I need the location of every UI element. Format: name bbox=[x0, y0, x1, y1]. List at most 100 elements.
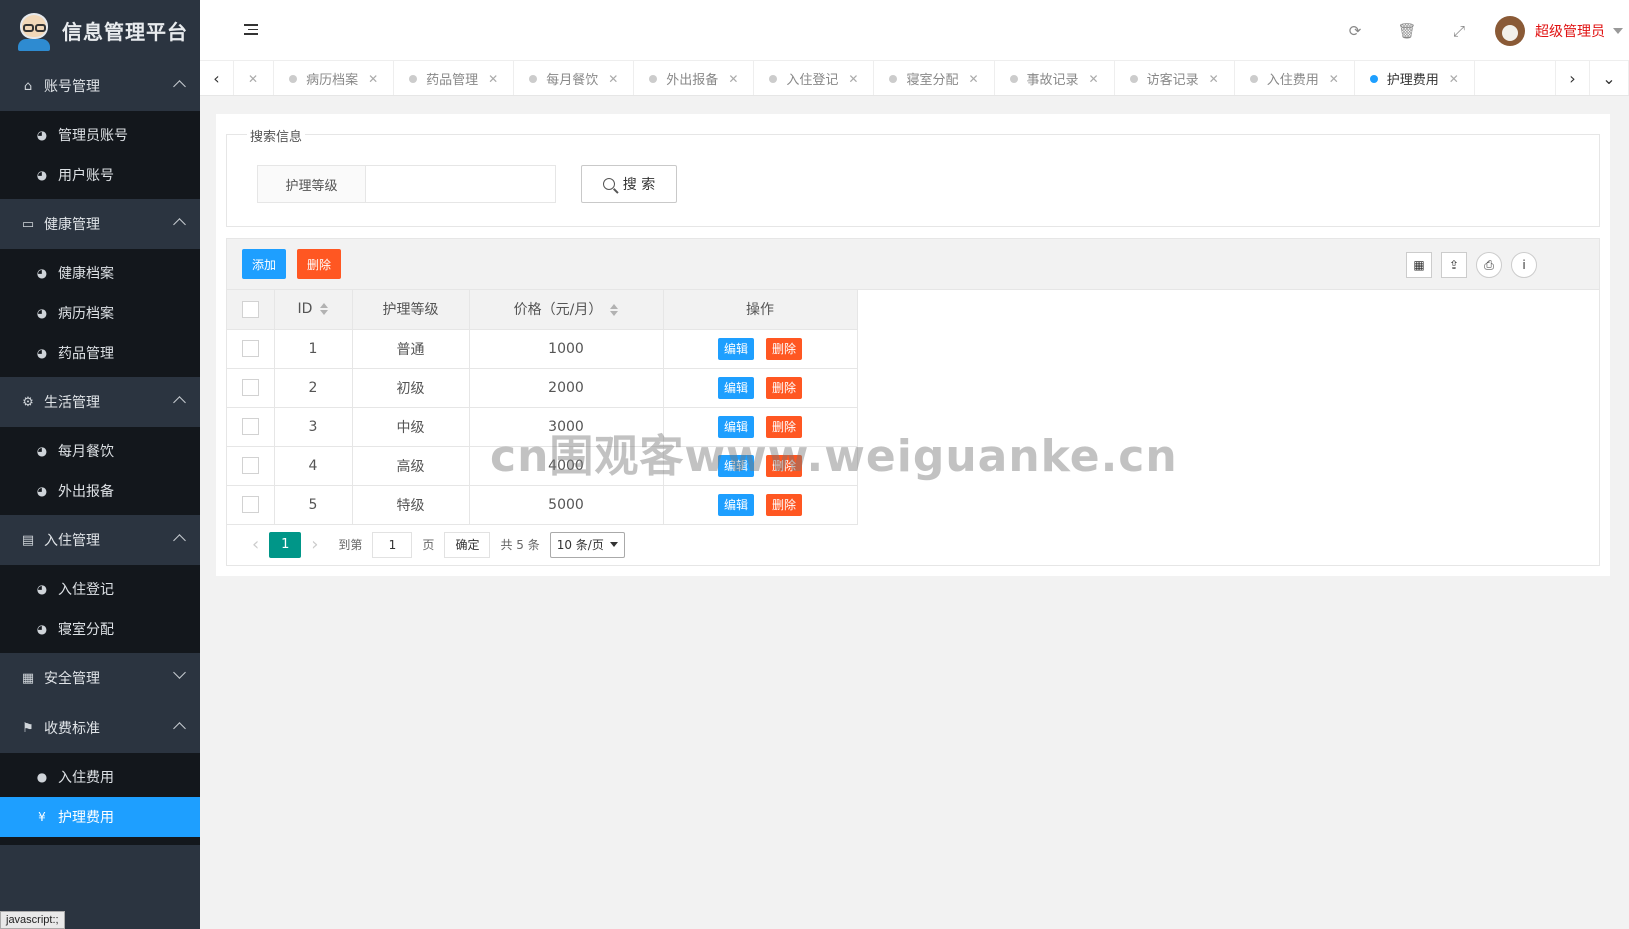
next-page-icon[interactable]: › bbox=[311, 534, 318, 555]
close-icon[interactable]: ✕ bbox=[1089, 72, 1099, 86]
goto-page-input[interactable]: 1 bbox=[372, 531, 413, 558]
tab-nursing-fee[interactable]: 护理费用 ✕ bbox=[1355, 61, 1475, 95]
sidebar-item-outing-report[interactable]: ◕ 外出报备 bbox=[0, 471, 200, 511]
edit-button[interactable]: 编辑 bbox=[717, 454, 754, 477]
goto-confirm-button[interactable]: 确定 bbox=[444, 531, 491, 558]
row-checkbox[interactable] bbox=[241, 418, 259, 435]
nav-group-label: 安全管理 bbox=[44, 671, 100, 687]
chevron-down-icon[interactable]: ⌄ bbox=[1589, 61, 1629, 95]
dashboard-icon: ◕ bbox=[36, 306, 48, 320]
sidebar-item-checkin-register[interactable]: ◕ 入住登记 bbox=[0, 569, 200, 609]
tab-checkin-register[interactable]: 入住登记 ✕ bbox=[754, 61, 875, 95]
caret-down-icon[interactable] bbox=[1613, 27, 1623, 34]
search-button-label: 搜 索 bbox=[622, 177, 656, 193]
info-icon[interactable]: i bbox=[1511, 252, 1537, 278]
row-checkbox[interactable] bbox=[241, 379, 259, 396]
menu-toggle-icon[interactable] bbox=[244, 24, 258, 38]
select-all-cell bbox=[227, 290, 275, 330]
edit-button[interactable]: 编辑 bbox=[717, 337, 754, 360]
batch-delete-button[interactable]: 删除 bbox=[297, 249, 342, 279]
tab-checkin-fee[interactable]: 入住费用 ✕ bbox=[1235, 61, 1355, 95]
print-icon[interactable]: ⎙ bbox=[1476, 252, 1502, 278]
goto-label: 到第 bbox=[338, 538, 363, 552]
tab-outing-report[interactable]: 外出报备 ✕ bbox=[634, 61, 755, 95]
close-icon[interactable]: ✕ bbox=[488, 72, 498, 86]
column-header-id[interactable]: ID bbox=[274, 290, 353, 330]
nav-group-label: 入住管理 bbox=[44, 533, 100, 549]
dashboard-icon: ◕ bbox=[36, 266, 48, 280]
column-header-level: 护理等级 bbox=[352, 290, 470, 330]
edit-button[interactable]: 编辑 bbox=[717, 376, 754, 399]
close-icon[interactable]: ✕ bbox=[1329, 72, 1339, 86]
close-icon[interactable]: ✕ bbox=[848, 72, 858, 86]
close-icon[interactable]: ✕ bbox=[368, 72, 378, 86]
search-button[interactable]: 搜 索 bbox=[581, 165, 677, 203]
sort-icon[interactable] bbox=[320, 303, 329, 316]
nursing-level-input[interactable] bbox=[366, 165, 556, 203]
dashboard-icon: ◕ bbox=[36, 168, 48, 182]
delete-button[interactable]: 删除 bbox=[766, 376, 803, 399]
sidebar-item-nursing-fee[interactable]: ¥ 护理费用 bbox=[0, 797, 200, 837]
sidebar-item-dorm-assign[interactable]: ◕ 寝室分配 bbox=[0, 609, 200, 649]
sidebar-item-monthly-meals[interactable]: ◕ 每月餐饮 bbox=[0, 431, 200, 471]
sidebar-item-admin-account[interactable]: ◕ 管理员账号 bbox=[0, 115, 200, 155]
tab-accident-records[interactable]: 事故记录 ✕ bbox=[995, 61, 1115, 95]
chevron-left-icon[interactable]: ‹ bbox=[200, 61, 234, 95]
sort-icon[interactable] bbox=[610, 304, 619, 317]
dashboard-icon: ◕ bbox=[36, 484, 48, 498]
sidebar-item-medical-records[interactable]: ◕ 病历档案 bbox=[0, 293, 200, 333]
close-icon[interactable]: ✕ bbox=[1209, 72, 1219, 86]
columns-icon[interactable]: ▦ bbox=[1406, 252, 1432, 278]
current-page[interactable]: 1 bbox=[269, 531, 302, 558]
tab-partial[interactable]: ​✕ bbox=[234, 61, 275, 95]
home-icon: ⌂ bbox=[23, 78, 33, 94]
close-icon[interactable]: ✕ bbox=[248, 72, 258, 86]
nav-group-life[interactable]: ⚙ 生活管理 bbox=[0, 377, 200, 427]
close-icon[interactable]: ✕ bbox=[728, 72, 738, 86]
tab-medicine[interactable]: 药品管理 ✕ bbox=[394, 61, 515, 95]
nav-group-security[interactable]: ▦ 安全管理 bbox=[0, 653, 200, 703]
add-button[interactable]: 添加 bbox=[242, 249, 287, 279]
refresh-icon[interactable]: ⟳ bbox=[1329, 22, 1381, 40]
close-icon[interactable]: ✕ bbox=[608, 72, 618, 86]
delete-button[interactable]: 删除 bbox=[766, 337, 803, 360]
delete-button[interactable]: 删除 bbox=[766, 415, 803, 438]
delete-button[interactable]: 删除 bbox=[766, 493, 803, 516]
select-all-checkbox[interactable] bbox=[241, 300, 259, 318]
tab-visitor-records[interactable]: 访客记录 ✕ bbox=[1115, 61, 1235, 95]
nav-group-account[interactable]: ⌂ 账号管理 bbox=[0, 61, 200, 111]
chevron-right-icon[interactable]: › bbox=[1555, 61, 1589, 95]
nav-group-fees[interactable]: ⚑ 收费标准 bbox=[0, 703, 200, 753]
search-legend: 搜索信息 bbox=[247, 126, 306, 145]
row-checkbox[interactable] bbox=[241, 496, 259, 513]
row-checkbox[interactable] bbox=[241, 340, 259, 357]
user-name[interactable]: 超级管理员 bbox=[1535, 21, 1605, 41]
tab-monthly-meals[interactable]: 每月餐饮 ✕ bbox=[514, 61, 635, 95]
sidebar-item-checkin-fee[interactable]: ● 入住费用 bbox=[0, 757, 200, 797]
nav-group-checkin[interactable]: ▤ 入住管理 bbox=[0, 515, 200, 565]
fullscreen-icon[interactable]: ⤢ bbox=[1433, 22, 1485, 40]
page-size-select[interactable]: 10 条/页 bbox=[549, 531, 625, 558]
trash-icon[interactable]: 🗑 bbox=[1381, 22, 1433, 40]
cell-actions: 编辑 删除 bbox=[663, 407, 858, 447]
app-title: 信息管理平台 bbox=[62, 20, 188, 44]
tab-dot bbox=[1009, 74, 1018, 83]
logo: 信息管理平台 bbox=[0, 0, 200, 61]
sidebar-item-user-account[interactable]: ◕ 用户账号 bbox=[0, 155, 200, 195]
row-checkbox[interactable] bbox=[241, 457, 259, 474]
chevron-up-icon bbox=[173, 218, 186, 231]
prev-page-icon[interactable]: ‹ bbox=[252, 534, 259, 555]
sidebar-item-medicine[interactable]: ◕ 药品管理 bbox=[0, 333, 200, 373]
edit-button[interactable]: 编辑 bbox=[717, 415, 754, 438]
close-icon[interactable]: ✕ bbox=[1449, 72, 1459, 86]
column-header-price[interactable]: 价格（元/月） bbox=[469, 290, 664, 330]
edit-button[interactable]: 编辑 bbox=[717, 493, 754, 516]
sidebar-item-health-records[interactable]: ◕ 健康档案 bbox=[0, 253, 200, 293]
delete-button[interactable]: 删除 bbox=[766, 454, 803, 477]
close-icon[interactable]: ✕ bbox=[968, 72, 978, 86]
export-icon[interactable]: ⇪ bbox=[1441, 252, 1467, 278]
avatar[interactable] bbox=[1495, 15, 1525, 46]
nav-group-health[interactable]: ▭ 健康管理 bbox=[0, 199, 200, 249]
tab-dorm-assign[interactable]: 寝室分配 ✕ bbox=[874, 61, 995, 95]
tab-medical-records[interactable]: 病历档案 ✕ bbox=[274, 61, 395, 95]
